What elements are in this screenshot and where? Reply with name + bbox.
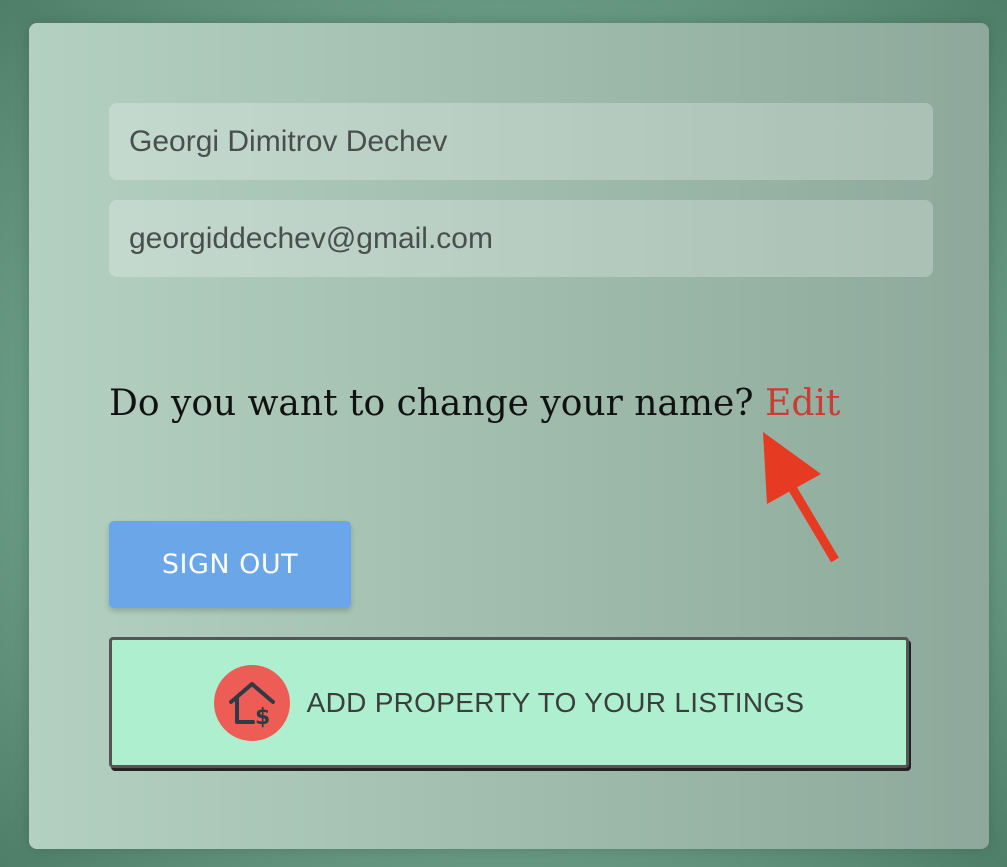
house-dollar-icon: $ [213,664,290,741]
name-field[interactable] [109,103,933,180]
change-name-question: Do you want to change your name? [109,383,754,424]
profile-card: Do you want to change your name? Edit SI… [29,23,989,849]
add-property-button[interactable]: $ ADD PROPERTY TO YOUR LISTINGS [109,637,909,768]
edit-name-link[interactable]: Edit [765,383,840,424]
svg-text:$: $ [255,705,270,730]
add-property-label: ADD PROPERTY TO YOUR LISTINGS [306,686,805,718]
email-field[interactable] [109,200,933,277]
red-pointer-arrow-icon [763,432,839,563]
change-name-prompt: Do you want to change your name? Edit [109,383,840,424]
sign-out-button[interactable]: SIGN OUT [109,521,351,608]
